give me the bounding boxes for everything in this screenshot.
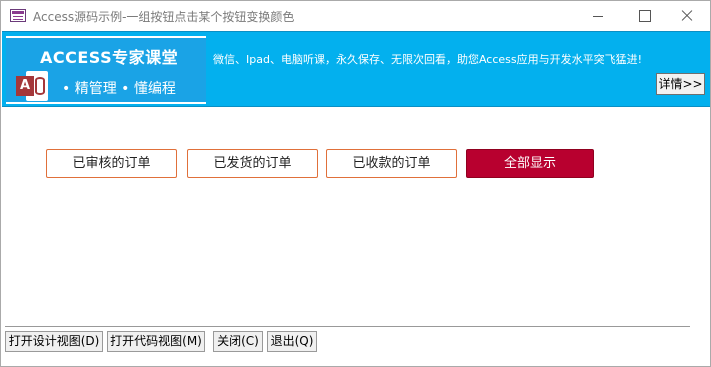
paid-orders-button[interactable]: 已收款的订单 <box>326 149 457 178</box>
title-bar: Access源码示例-一组按钮点击某个按钮变换颜色 <box>1 1 710 31</box>
close-window-button[interactable] <box>664 1 710 31</box>
app-window: Access源码示例-一组按钮点击某个按钮变换颜色 ACCESS专家课堂 A •… <box>0 0 711 367</box>
open-code-view-button[interactable]: 打开代码视图(M) <box>107 331 205 352</box>
promo-banner: ACCESS专家课堂 A • 精管理 • 懂编程 微信、Ipad、电脑听课，永久… <box>2 31 710 107</box>
exit-button[interactable]: 退出(Q) <box>267 331 317 352</box>
logo-title: ACCESS专家课堂 <box>40 48 179 67</box>
shipped-orders-button[interactable]: 已发货的订单 <box>187 149 318 178</box>
show-all-button[interactable]: 全部显示 <box>466 149 594 178</box>
details-button[interactable]: 详情>> <box>656 73 705 95</box>
window-title: Access源码示例-一组按钮点击某个按钮变换颜色 <box>33 10 295 24</box>
audited-orders-button[interactable]: 已审核的订单 <box>46 149 177 178</box>
logo-subtitle: • 精管理 • 懂编程 <box>62 81 176 97</box>
footer-divider <box>5 326 690 327</box>
form-icon <box>10 9 26 22</box>
close-button[interactable]: 关闭(C) <box>213 331 263 352</box>
access-app-icon: A <box>16 71 50 101</box>
maximize-button[interactable] <box>621 1 667 31</box>
minimize-button[interactable] <box>575 1 621 31</box>
promo-text: 微信、Ipad、电脑听课，永久保存、无限次回看，助您Access应用与开发水平突… <box>213 53 643 66</box>
brand-logo: ACCESS专家课堂 A • 精管理 • 懂编程 <box>6 36 206 104</box>
open-design-view-button[interactable]: 打开设计视图(D) <box>5 331 103 352</box>
